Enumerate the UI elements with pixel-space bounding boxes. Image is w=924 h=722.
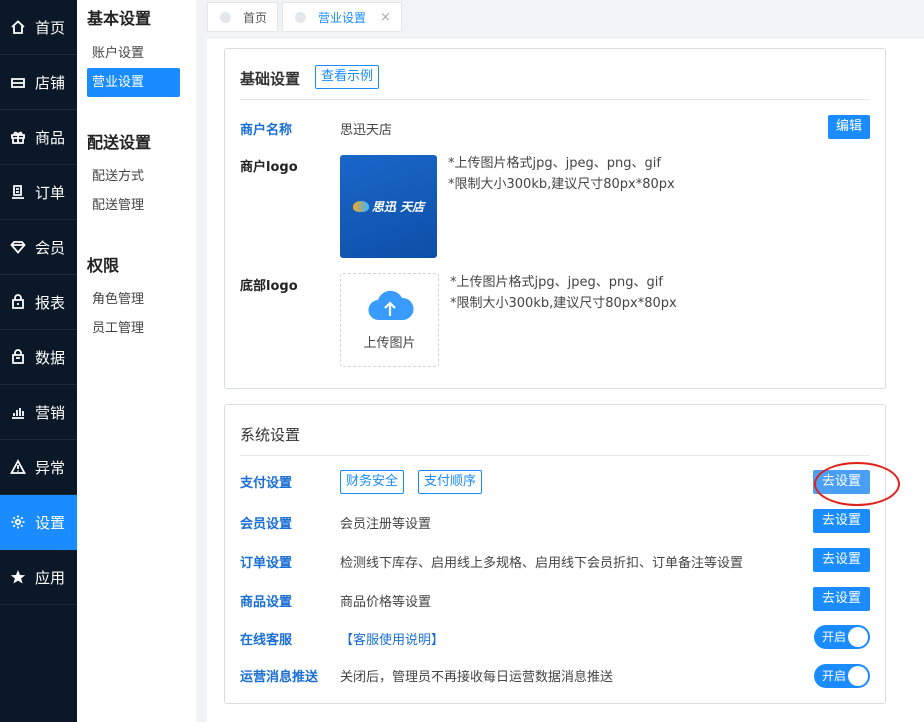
main-nav: 首页 店铺 商品 订单 会员 报表 数据 营销 异常 设置 应用: [0, 0, 77, 722]
bar-chart-icon: [9, 403, 27, 421]
payment-order-button[interactable]: 支付顺序: [418, 470, 483, 494]
edit-button[interactable]: 编辑: [827, 115, 870, 139]
store-icon: [9, 73, 27, 91]
nav-item-member[interactable]: 会员: [0, 220, 77, 275]
highlight-ring: [814, 462, 900, 506]
toggle-knob: [848, 666, 868, 686]
nav-item-label: 设置: [35, 513, 66, 532]
goods-go-setting-button[interactable]: 去设置: [812, 587, 870, 611]
order-settings-label: 订单设置: [240, 556, 293, 571]
nav-item-label: 商品: [35, 128, 66, 147]
nav-item-store[interactable]: 店铺: [0, 55, 77, 110]
online-service-label: 在线客服: [240, 633, 293, 648]
tab-status-dot: [220, 11, 231, 23]
basic-settings-title: 基础设置: [240, 70, 301, 88]
service-guide-link[interactable]: 【客服使用说明】: [340, 629, 444, 648]
basic-settings-card: 基础设置 查看示例 商户名称 思迅天店 编辑 商户logo 思迅 天店 *上传图…: [224, 48, 886, 389]
nav-item-order[interactable]: 订单: [0, 165, 77, 220]
member-settings-desc: 会员注册等设置: [340, 517, 432, 532]
star-icon: [9, 568, 27, 586]
sidebar-group-permission: 权限: [87, 256, 120, 275]
nav-item-report[interactable]: 报表: [0, 275, 77, 330]
order-go-setting-button[interactable]: 去设置: [812, 548, 870, 572]
divider: [240, 455, 870, 456]
sidebar-item-roles[interactable]: 角色管理: [87, 285, 180, 314]
toggle-label: 开启: [822, 669, 847, 683]
merchant-logo-image[interactable]: 思迅 天店: [340, 155, 437, 258]
toggle-knob: [848, 627, 868, 647]
merchant-logo-label: 商户logo: [240, 160, 298, 175]
nav-item-home[interactable]: 首页: [0, 0, 77, 55]
tab-home[interactable]: 首页: [207, 2, 279, 32]
close-icon[interactable]: ×: [380, 10, 391, 25]
logo-hint-size: *限制大小300kb,建议尺寸80px*80px: [448, 177, 675, 192]
gift-icon: [9, 128, 27, 146]
main-content: 基础设置 查看示例 商户名称 思迅天店 编辑 商户logo 思迅 天店 *上传图…: [207, 39, 924, 722]
nav-item-label: 数据: [35, 348, 66, 367]
nav-item-label: 首页: [35, 18, 66, 37]
upload-label: 上传图片: [363, 336, 416, 351]
nav-item-label: 异常: [35, 458, 66, 477]
nav-item-label: 会员: [35, 238, 66, 257]
warning-icon: [9, 458, 27, 476]
tab-label: 首页: [243, 10, 268, 25]
nav-item-data[interactable]: 数据: [0, 330, 77, 385]
tab-label: 营业设置: [318, 10, 367, 25]
nav-item-marketing[interactable]: 营销: [0, 385, 77, 440]
merchant-name-label: 商户名称: [240, 123, 293, 138]
merchant-name-value: 思迅天店: [340, 123, 393, 138]
sidebar-item-delivery-manage[interactable]: 配送管理: [87, 191, 180, 220]
nav-item-label: 订单: [35, 183, 66, 202]
nav-item-goods[interactable]: 商品: [0, 110, 77, 165]
bottom-logo-upload[interactable]: 上传图片: [340, 273, 439, 367]
cloud-upload-icon: [367, 290, 414, 321]
sidebar-group-delivery: 配送设置: [87, 133, 152, 152]
tab-business-settings[interactable]: 营业设置 ×: [282, 2, 402, 32]
bottom-logo-hint-size: *限制大小300kb,建议尺寸80px*80px: [450, 296, 677, 311]
diamond-icon: [9, 238, 27, 256]
system-settings-title: 系统设置: [240, 426, 301, 444]
system-settings-card: 系统设置 支付设置 财务安全 支付顺序 去设置 会员设置 会员注册等设置 去设置…: [224, 404, 900, 704]
nav-item-settings[interactable]: 设置: [0, 495, 77, 550]
sidebar-item-business[interactable]: 营业设置: [87, 68, 180, 97]
online-service-toggle[interactable]: 开启: [814, 625, 870, 649]
nav-item-label: 营销: [35, 403, 66, 422]
push-settings-desc: 关闭后，管理员不再接收每日运营数据消息推送: [340, 670, 614, 685]
bag-icon: [9, 348, 27, 366]
gear-icon: [9, 513, 27, 531]
tab-status-dot: [295, 11, 307, 23]
finance-security-button[interactable]: 财务安全: [340, 470, 405, 494]
nav-item-label: 报表: [35, 293, 66, 312]
sidebar-item-account[interactable]: 账户设置: [87, 39, 180, 68]
goods-settings-label: 商品设置: [240, 595, 293, 610]
nav-item-exception[interactable]: 异常: [0, 440, 77, 495]
lock-bag-icon: [9, 293, 27, 311]
logo-mark-icon: [352, 201, 369, 212]
order-icon: [9, 183, 27, 201]
order-settings-desc: 检测线下库存、启用线上多规格、启用线下会员折扣、订单备注等设置: [340, 556, 744, 571]
nav-item-apps[interactable]: 应用: [0, 550, 77, 605]
sidebar-item-delivery-method[interactable]: 配送方式: [87, 162, 180, 191]
page-tabs: 首页 营业设置 ×: [207, 2, 406, 32]
nav-item-label: 应用: [35, 568, 66, 587]
push-settings-label: 运营消息推送: [240, 670, 319, 685]
member-go-setting-button[interactable]: 去设置: [812, 509, 870, 533]
push-toggle[interactable]: 开启: [814, 664, 870, 688]
bottom-logo-hint-format: *上传图片格式jpg、jpeg、png、gif: [450, 275, 663, 290]
payment-settings-label: 支付设置: [240, 476, 293, 491]
divider: [240, 99, 870, 100]
view-example-button[interactable]: 查看示例: [315, 65, 380, 89]
bottom-logo-label: 底部logo: [240, 279, 298, 294]
home-icon: [9, 18, 27, 36]
logo-text: 思迅 天店: [371, 200, 425, 214]
sidebar-item-staff[interactable]: 员工管理: [87, 314, 180, 343]
member-settings-label: 会员设置: [240, 517, 293, 532]
logo-hint-format: *上传图片格式jpg、jpeg、png、gif: [448, 156, 661, 171]
toggle-label: 开启: [822, 630, 847, 644]
settings-sidebar: 基本设置 账户设置 营业设置 配送设置 配送方式 配送管理 权限 角色管理 员工…: [77, 0, 196, 722]
sidebar-group-basic: 基本设置: [87, 9, 152, 28]
nav-item-label: 店铺: [35, 73, 66, 92]
goods-settings-desc: 商品价格等设置: [340, 595, 432, 610]
